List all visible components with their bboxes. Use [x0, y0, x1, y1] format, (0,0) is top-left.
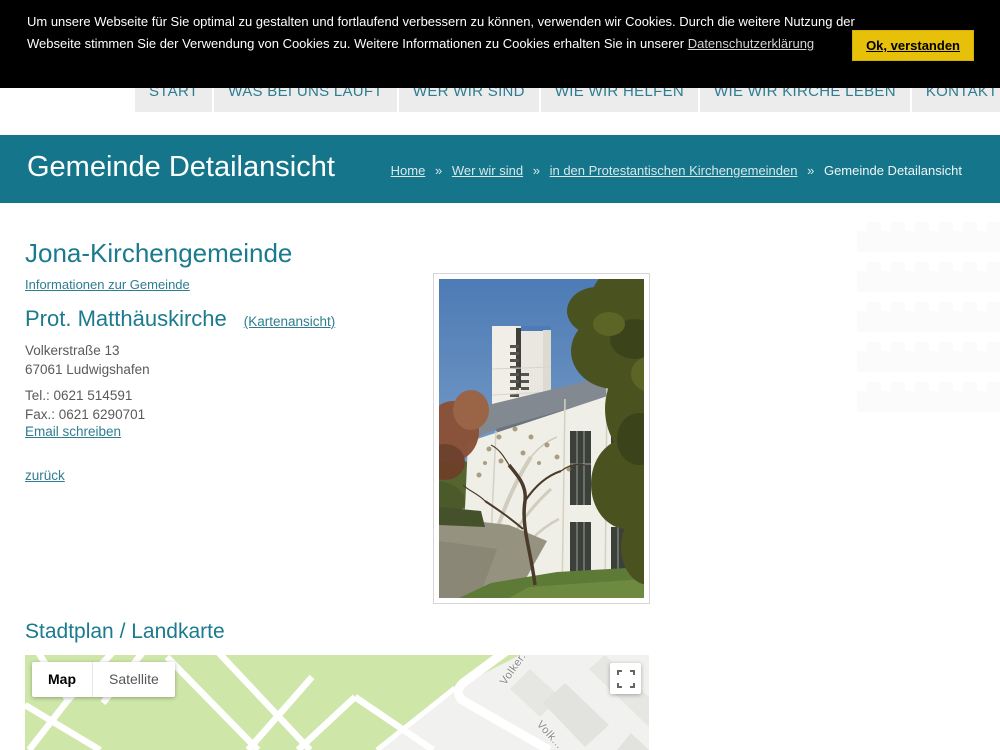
- page-title: Gemeinde Detailansicht: [27, 151, 335, 184]
- email-schreiben-link[interactable]: Email schreiben: [25, 424, 121, 439]
- sidebar-ghost-block: [857, 302, 1000, 332]
- breadcrumb-separator: »: [807, 163, 814, 178]
- contact-block: Tel.: 0621 514591 Fax.: 0621 6290701: [25, 386, 145, 424]
- informationen-zur-gemeinde-link[interactable]: Informationen zur Gemeinde: [25, 277, 190, 292]
- cookie-message: Um unsere Webseite für Sie optimal zu ge…: [27, 11, 855, 55]
- address-block: Volkerstraße 13 67061 Ludwigshafen: [25, 341, 150, 379]
- breadcrumb-wer-wir-sind[interactable]: Wer wir sind: [452, 163, 523, 178]
- map-section-title: Stadtplan / Landkarte: [25, 620, 225, 644]
- gemeinde-section-title: Jona-Kirchengemeinde: [25, 238, 292, 269]
- cookie-banner: Um unsere Webseite für Sie optimal zu ge…: [0, 0, 1000, 88]
- sidebar-ghost-block: [857, 342, 1000, 372]
- fullscreen-corners-icon: [617, 670, 635, 688]
- church-photo: [433, 273, 650, 604]
- satellite-button[interactable]: Satellite: [92, 662, 175, 697]
- page-header-band: Gemeinde Detailansicht Home » Wer wir si…: [0, 135, 1000, 203]
- sidebar-ghost-block: [857, 262, 1000, 292]
- sidebar-ghost-block: [857, 222, 1000, 252]
- google-map[interactable]: Map Satellite Volker. Volk...: [25, 655, 649, 750]
- breadcrumb-separator: »: [435, 163, 442, 178]
- map-button[interactable]: Map: [32, 662, 92, 697]
- map-type-control: Map Satellite: [32, 662, 175, 697]
- breadcrumb-current-page: Gemeinde Detailansicht: [824, 163, 962, 178]
- zurueck-link[interactable]: zurück: [25, 468, 65, 483]
- address-street: Volkerstraße 13: [25, 341, 150, 360]
- church-name-row: Prot. Matthäuskirche (Kartenansicht): [25, 306, 335, 332]
- church-photo-canvas: [439, 279, 644, 598]
- kartenansicht-link[interactable]: (Kartenansicht): [244, 314, 336, 329]
- breadcrumb-separator: »: [533, 163, 540, 178]
- fax-number: Fax.: 0621 6290701: [25, 405, 145, 424]
- phone-number: Tel.: 0621 514591: [25, 386, 145, 405]
- breadcrumb-kirchengemeinden[interactable]: in den Protestantischen Kirchengemeinden: [550, 163, 798, 178]
- breadcrumb-home[interactable]: Home: [391, 163, 426, 178]
- sidebar-ghost-block: [857, 382, 1000, 412]
- datenschutzerklaerung-link[interactable]: Datenschutzerklärung: [688, 36, 814, 51]
- cookie-accept-button[interactable]: Ok, verstanden: [852, 30, 974, 61]
- address-city: 67061 Ludwigshafen: [25, 360, 150, 379]
- church-name: Prot. Matthäuskirche: [25, 306, 227, 331]
- breadcrumb: Home » Wer wir sind » in den Protestanti…: [391, 163, 962, 178]
- fullscreen-button[interactable]: [610, 663, 641, 694]
